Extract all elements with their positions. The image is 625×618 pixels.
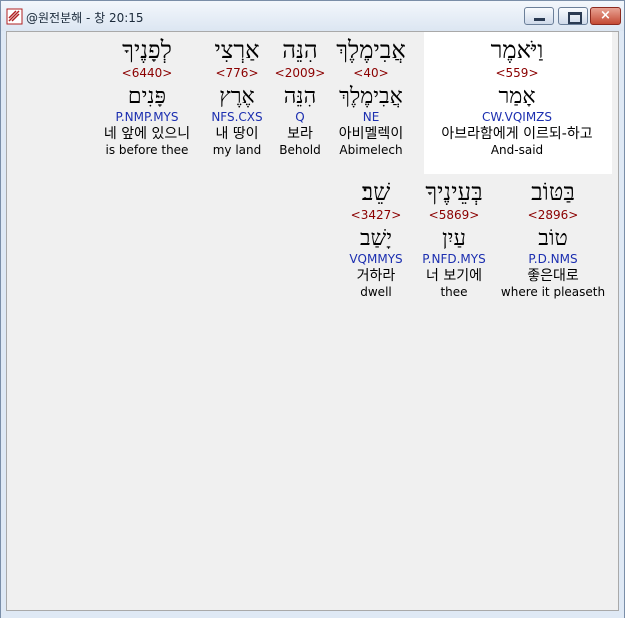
hebrew-word: וַיֹּאמֶר bbox=[490, 36, 544, 64]
app-icon bbox=[6, 8, 23, 25]
morph-code: VQMMYS bbox=[349, 252, 403, 266]
word-cell-lefaneikha[interactable]: לְפָנֶיךָ <6440> פָּנִים P.NMP.MYS 네 앞에 … bbox=[67, 36, 227, 158]
word-cell-shev[interactable]: שֵׁב׃ <3427> יָשַׁב VQMMYS 거하라 dwell bbox=[296, 178, 456, 300]
strong-number: <6440> bbox=[121, 66, 173, 80]
morph-code: CW.VQIMZS bbox=[481, 110, 553, 124]
maximize-icon bbox=[568, 12, 582, 24]
word-cell-vayomer[interactable]: וַיֹּאמֶר <559> אָמַר CW.VQIMZS 아브라함에게 이… bbox=[437, 36, 597, 158]
hebrew-lemma: אָמַר bbox=[498, 84, 536, 109]
window-bottom-border bbox=[1, 612, 624, 618]
strong-number: <559> bbox=[495, 66, 539, 80]
korean-gloss: 네 앞에 있으니 bbox=[103, 126, 191, 142]
hebrew-word: לְפָנֶיךָ bbox=[122, 36, 172, 64]
hebrew-word: שֵׁב׃ bbox=[361, 178, 391, 206]
minimize-button[interactable] bbox=[524, 7, 554, 25]
interlinear-panel: וַיֹּאמֶר <559> אָמַר CW.VQIMZS 아브라함에게 이… bbox=[6, 31, 619, 611]
hebrew-lemma: יָשַׁב bbox=[360, 226, 392, 251]
app-window: @원전분해 - 창 20:15 × וַיֹּאמֶר <559> אָמַר … bbox=[0, 0, 625, 618]
minimize-icon bbox=[534, 18, 545, 21]
morph-code: P.NMP.MYS bbox=[115, 110, 179, 124]
title-bar[interactable]: @원전분해 - 창 20:15 × bbox=[1, 1, 624, 31]
close-button[interactable]: × bbox=[590, 7, 621, 25]
close-icon: × bbox=[600, 8, 611, 23]
korean-gloss: 거하라 bbox=[356, 268, 396, 284]
maximize-button[interactable] bbox=[558, 7, 588, 25]
strong-number: <3427> bbox=[350, 208, 402, 222]
korean-gloss: 아브라함에게 이르되-하고 bbox=[441, 126, 593, 142]
window-title: @원전분해 - 창 20:15 bbox=[26, 11, 144, 25]
english-gloss: And-said bbox=[490, 143, 544, 157]
english-gloss: dwell bbox=[360, 285, 392, 299]
english-gloss: is before thee bbox=[105, 143, 189, 157]
hebrew-lemma: פָּנִים bbox=[127, 84, 167, 109]
